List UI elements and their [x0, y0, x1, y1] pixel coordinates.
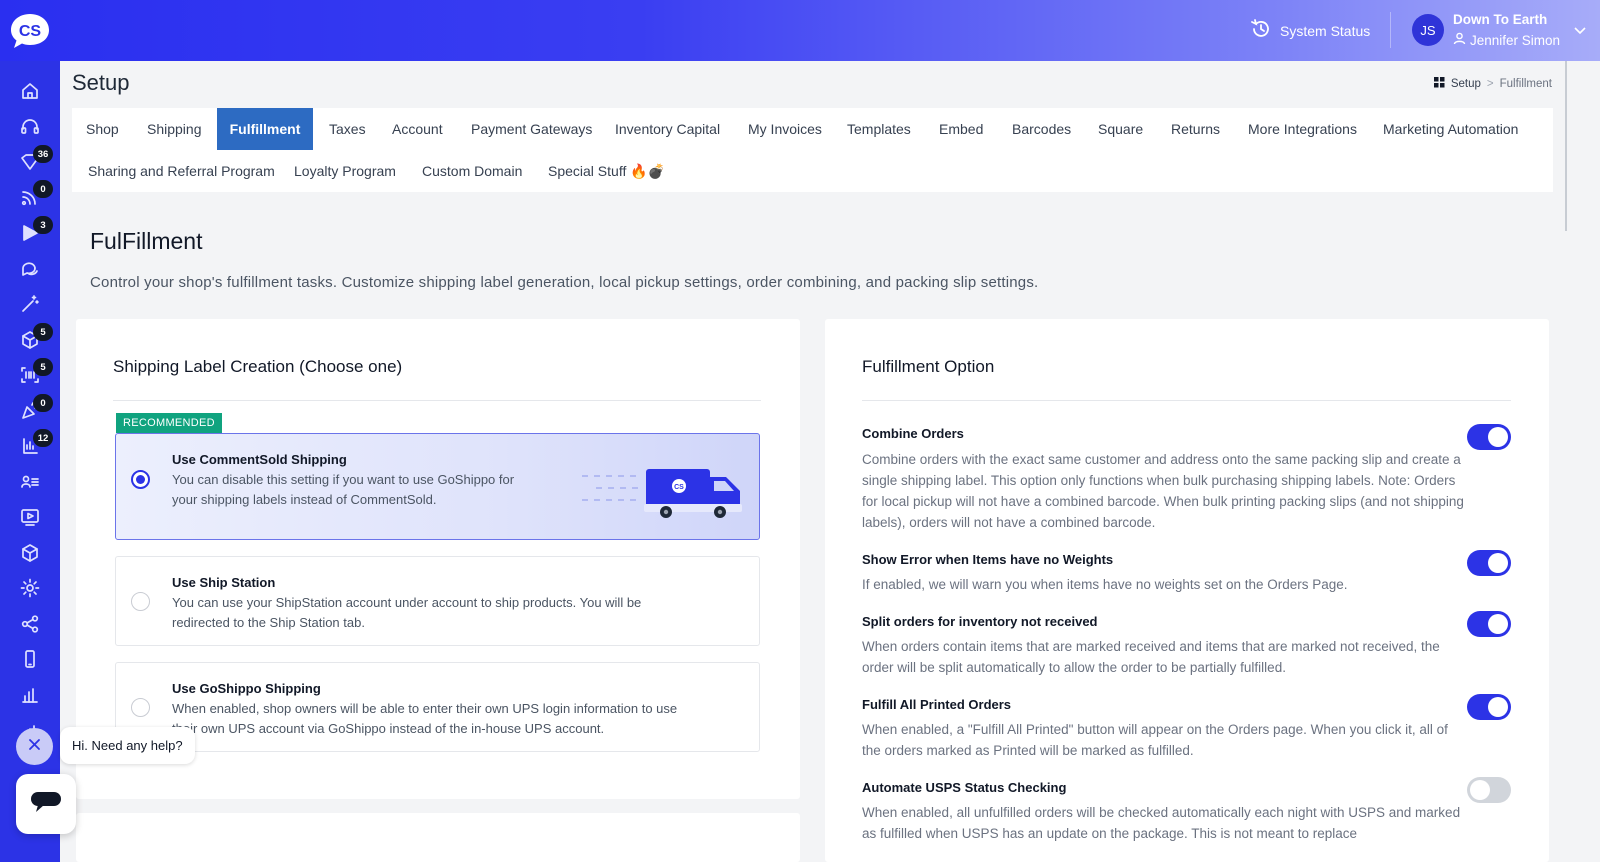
usps-status-title: Automate USPS Status Checking — [862, 780, 1067, 795]
chat-bubble-icon — [30, 790, 62, 819]
tab-shipping[interactable]: Shipping — [147, 108, 202, 150]
usps-status-toggle[interactable] — [1467, 777, 1511, 803]
tab-special-stuff[interactable]: Special Stuff 🔥💣 — [548, 150, 665, 192]
user-name-label: Jennifer Simon — [1470, 32, 1561, 48]
share-icon[interactable] — [18, 612, 42, 636]
shipping-label-divider — [113, 400, 761, 401]
tab-more-integrations[interactable]: More Integrations — [1248, 108, 1357, 150]
user-name[interactable]: Jennifer Simon — [1453, 32, 1560, 48]
split-orders-title: Split orders for inventory not received — [862, 614, 1098, 629]
show-error-weights-toggle[interactable] — [1467, 550, 1511, 576]
tab-marketing-automation[interactable]: Marketing Automation — [1383, 108, 1518, 150]
option-description: You can use your ShipStation account und… — [172, 595, 642, 630]
grid-icon — [1433, 77, 1445, 91]
svg-text:CS: CS — [674, 484, 684, 491]
option-ship-station[interactable]: Use Ship Station You can use your ShipSt… — [115, 556, 760, 646]
box-badge: 5 — [33, 323, 53, 341]
party-badge: 0 — [33, 394, 53, 412]
split-orders-desc: When orders contain items that are marke… — [862, 639, 1440, 675]
tab-square[interactable]: Square — [1098, 108, 1143, 150]
setup-tabs: Shop Shipping Fulfillment Taxes Account … — [72, 108, 1553, 192]
clock-icon — [1250, 18, 1272, 43]
tab-my-invoices[interactable]: My Invoices — [748, 108, 822, 150]
list-badge: 12 — [33, 429, 53, 447]
recommended-badge: RECOMMENDED — [116, 413, 222, 433]
breadcrumb-current: Fulfillment — [1499, 78, 1552, 90]
tab-custom-domain[interactable]: Custom Domain — [422, 150, 522, 192]
breadcrumb-separator: > — [1486, 78, 1494, 90]
chat-close-button[interactable] — [16, 728, 53, 765]
chat-icon[interactable] — [18, 257, 42, 281]
avatar[interactable]: JS — [1412, 14, 1444, 46]
combine-orders-desc: Combine orders with the exact same custo… — [862, 452, 1464, 530]
option-title: Use Ship Station — [172, 575, 276, 590]
close-icon — [28, 738, 41, 756]
fulfillment-option-title: Fulfillment Option — [862, 357, 995, 376]
combine-orders-title: Combine Orders — [862, 426, 964, 441]
bar-chart-icon[interactable] — [18, 683, 42, 707]
svg-text:CS: CS — [19, 23, 42, 40]
user-icon — [1453, 32, 1466, 48]
scrollbar[interactable] — [1565, 61, 1567, 231]
shop-name[interactable]: Down To Earth — [1453, 12, 1547, 27]
combine-orders-toggle[interactable] — [1467, 424, 1511, 450]
split-orders-toggle[interactable] — [1467, 611, 1511, 637]
chat-greeting[interactable]: Hi. Need any help? — [60, 727, 195, 764]
home-icon[interactable] — [18, 79, 42, 103]
tab-loyalty-program[interactable]: Loyalty Program — [294, 150, 396, 192]
radio-goshippo-shipping[interactable] — [131, 698, 150, 717]
tab-sharing-referral[interactable]: Sharing and Referral Program — [88, 150, 275, 192]
shipping-label-title: Shipping Label Creation (Choose one) — [113, 357, 403, 376]
tab-taxes[interactable]: Taxes — [329, 108, 366, 150]
tab-templates[interactable]: Templates — [847, 108, 911, 150]
commentsold-logo[interactable]: CS — [9, 12, 51, 50]
tag-badge: 36 — [33, 145, 53, 163]
option-title: Use CommentSold Shipping — [172, 452, 347, 467]
tab-barcodes[interactable]: Barcodes — [1012, 108, 1071, 150]
fulfillment-option-divider — [862, 400, 1511, 401]
page-title: Setup — [72, 70, 130, 95]
play-badge: 3 — [33, 216, 53, 234]
tab-payment-gateways[interactable]: Payment Gateways — [471, 108, 592, 150]
fulfill-printed-title: Fulfill All Printed Orders — [862, 697, 1012, 712]
barcode-badge: 5 — [33, 358, 53, 376]
chevron-down-icon[interactable] — [1574, 22, 1586, 40]
system-status-label: System Status — [1280, 22, 1371, 39]
tab-embed[interactable]: Embed — [939, 108, 983, 150]
chat-launcher-button[interactable] — [16, 774, 76, 834]
option-description: When enabled, shop owners will be able t… — [172, 701, 678, 736]
show-error-weights-desc: If enabled, we will warn you when items … — [862, 577, 1348, 592]
mobile-phone-icon[interactable] — [18, 647, 42, 671]
tab-account[interactable]: Account — [392, 108, 443, 150]
gear-icon[interactable] — [18, 576, 42, 600]
radio-commentsold-shipping[interactable] — [131, 470, 150, 489]
next-card — [76, 813, 800, 862]
topbar-divider — [1390, 12, 1391, 48]
system-status-link[interactable]: System Status — [1250, 18, 1370, 43]
breadcrumb: Setup > Fulfillment — [1433, 77, 1552, 91]
package-icon[interactable] — [18, 541, 42, 565]
top-bar: CS System Status JS Down To Earth Jennif… — [0, 0, 1600, 61]
option-goshippo-shipping[interactable]: Use GoShippo Shipping When enabled, shop… — [115, 662, 760, 752]
section-description: Control your shop's fulfillment tasks. C… — [90, 274, 1039, 291]
radio-ship-station[interactable] — [131, 592, 150, 611]
headset-icon[interactable] — [18, 115, 42, 139]
option-title: Use GoShippo Shipping — [172, 681, 321, 696]
delivery-truck-icon: CS — [578, 464, 744, 527]
tab-fulfillment[interactable]: Fulfillment — [217, 108, 313, 150]
users-list-icon[interactable] — [18, 470, 42, 494]
magic-wand-icon[interactable] — [18, 292, 42, 316]
tab-inventory-capital[interactable]: Inventory Capital — [615, 108, 720, 150]
breadcrumb-root[interactable]: Setup — [1451, 78, 1481, 90]
fulfill-printed-desc: When enabled, a "Fulfill All Printed" bu… — [862, 722, 1448, 758]
tab-shop[interactable]: Shop — [86, 108, 119, 150]
usps-status-desc: When enabled, all unfulfilled orders wil… — [862, 805, 1461, 841]
fulfill-printed-toggle[interactable] — [1467, 694, 1511, 720]
feed-badge: 0 — [33, 180, 53, 198]
video-screen-icon[interactable] — [18, 505, 42, 529]
section-title: FulFillment — [90, 228, 203, 254]
show-error-weights-title: Show Error when Items have no Weights — [862, 552, 1114, 567]
tab-returns[interactable]: Returns — [1171, 108, 1220, 150]
